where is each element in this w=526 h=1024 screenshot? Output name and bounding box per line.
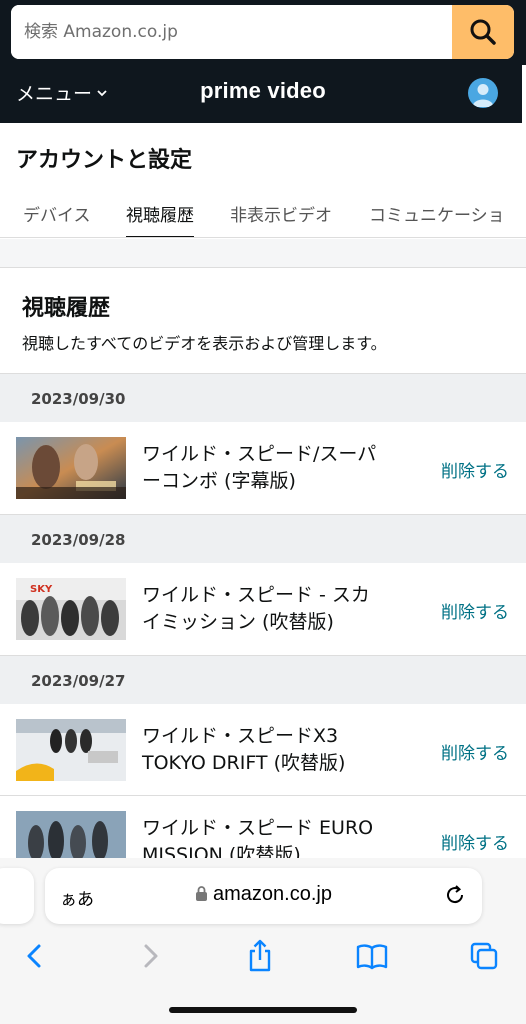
share-icon[interactable] — [242, 938, 278, 974]
svg-text:SKY: SKY — [30, 584, 53, 595]
delete-button[interactable]: 削除する — [441, 457, 509, 482]
date-label: 2023/09/30 — [31, 390, 126, 408]
tab-communication[interactable]: コミュニケーショ — [369, 201, 505, 237]
video-thumbnail[interactable] — [16, 811, 126, 858]
date-label: 2023/09/28 — [31, 531, 126, 549]
bookmarks-icon[interactable] — [354, 938, 390, 974]
video-title-line: ワイルド・スピード EURO — [142, 817, 374, 839]
tab-devices[interactable]: デバイス — [23, 201, 91, 237]
prime-nav-bar: メニュー prime video — [0, 65, 526, 123]
back-icon[interactable] — [17, 938, 53, 974]
video-title[interactable]: ワイルド・スピードX3 TOKYO DRIFT (吹替版) — [142, 723, 412, 777]
home-indicator — [169, 1007, 357, 1013]
forward-icon[interactable] — [132, 938, 168, 974]
browser-toolbar: ぁあ amazon.co.jp — [0, 858, 526, 1024]
video-thumbnail[interactable] — [16, 719, 126, 781]
date-header: 2023/09/30 — [0, 373, 526, 422]
reload-icon[interactable] — [442, 882, 468, 908]
tab-hidden-videos[interactable]: 非表示ビデオ — [230, 201, 332, 237]
page-title: アカウントと設定 — [16, 148, 193, 173]
video-title-line: MISSION (吹替版) — [142, 844, 301, 858]
video-title-line: ワイルド・スピード - スカ — [142, 584, 370, 606]
tab-watch-history[interactable]: 視聴履歴 — [126, 201, 194, 237]
date-label: 2023/09/27 — [31, 672, 126, 690]
video-title-line: ワイルド・スピードX3 — [142, 725, 339, 747]
url-text: amazon.co.jp — [213, 883, 332, 905]
section-title: 視聴履歴 — [22, 296, 111, 321]
date-header: 2023/09/28 — [0, 514, 526, 563]
video-title[interactable]: ワイルド・スピード/スーパ ーコンボ (字幕版) — [142, 441, 412, 495]
search-input[interactable] — [11, 5, 452, 59]
settings-tabs: デバイス 視聴履歴 非表示ビデオ コミュニケーショ — [0, 196, 526, 238]
section-separator — [0, 239, 526, 268]
list-item: ワイルド・スピード/スーパ ーコンボ (字幕版) 削除する — [0, 422, 526, 514]
previous-tab-preview[interactable] — [0, 868, 34, 924]
list-item: ワイルド・スピードX3 TOKYO DRIFT (吹替版) 削除する — [0, 704, 526, 796]
video-title-line: TOKYO DRIFT (吹替版) — [142, 752, 346, 774]
search-icon — [470, 19, 496, 45]
search-button[interactable] — [452, 5, 514, 59]
video-title[interactable]: ワイルド・スピード EURO MISSION (吹替版) — [142, 815, 412, 858]
video-title-line: ワイルド・スピード/スーパ — [142, 443, 377, 465]
date-header: 2023/09/27 — [0, 655, 526, 704]
section-description: 視聴したすべてのビデオを表示および管理します。 — [22, 334, 387, 353]
list-item: SKY ワイルド・スピード - スカ イミッション (吹替版) 削除する — [0, 563, 526, 655]
delete-button[interactable]: 削除する — [441, 829, 509, 854]
delete-button[interactable]: 削除する — [441, 598, 509, 623]
video-title[interactable]: ワイルド・スピード - スカ イミッション (吹替版) — [142, 582, 412, 636]
video-thumbnail[interactable] — [16, 437, 126, 499]
video-title-line: イミッション (吹替版) — [142, 611, 334, 633]
lock-icon — [196, 886, 208, 901]
avatar-icon[interactable] — [468, 78, 498, 108]
list-item: ワイルド・スピード EURO MISSION (吹替版) 削除する — [0, 796, 526, 858]
search-header — [0, 0, 526, 65]
video-thumbnail[interactable]: SKY — [16, 578, 126, 640]
delete-button[interactable]: 削除する — [441, 739, 509, 764]
address-bar[interactable]: ぁあ amazon.co.jp — [45, 868, 482, 924]
tabs-icon[interactable] — [466, 938, 502, 974]
url-display: amazon.co.jp — [45, 883, 482, 906]
prime-video-logo[interactable]: prime video — [0, 78, 526, 104]
search-bar — [11, 5, 514, 59]
video-title-line: ーコンボ (字幕版) — [142, 470, 296, 492]
